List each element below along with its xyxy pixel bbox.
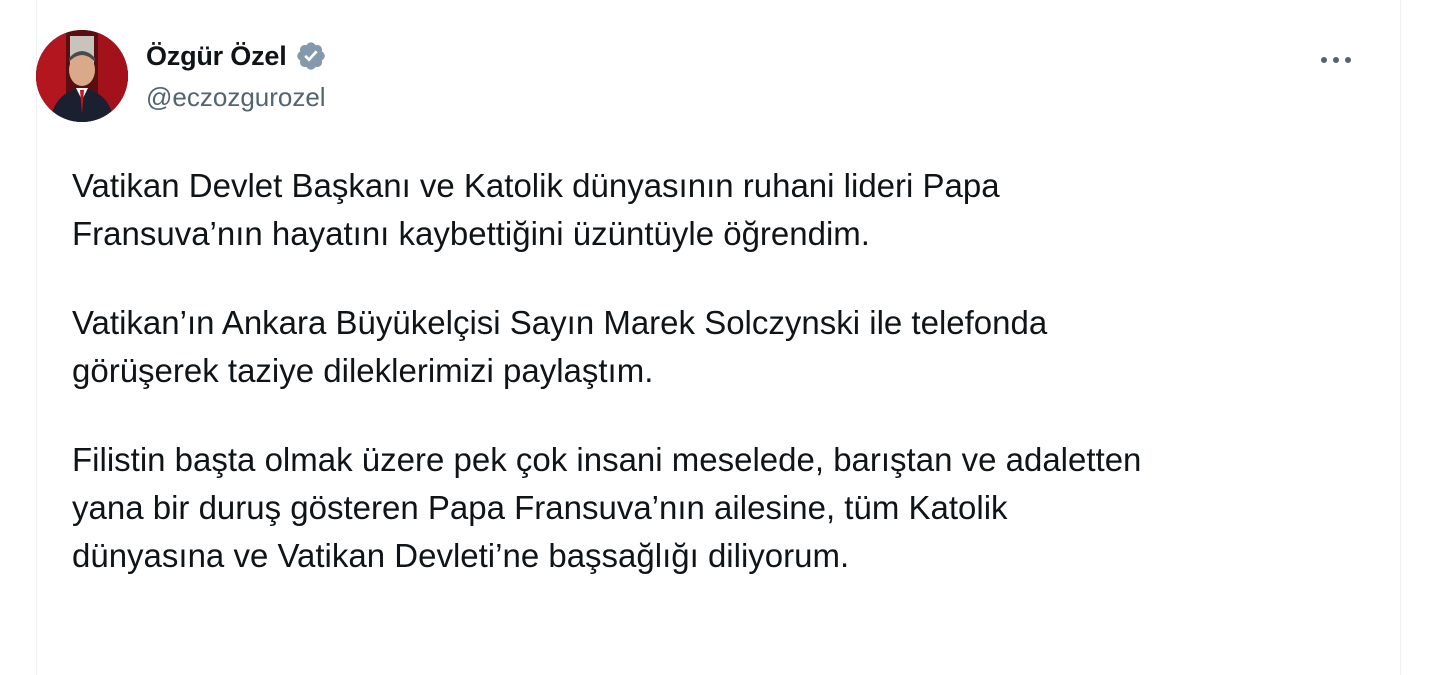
avatar[interactable] — [36, 30, 128, 122]
more-options-button[interactable] — [1314, 42, 1358, 78]
verified-badge-icon[interactable] — [295, 40, 327, 72]
author-display-name[interactable]: Özgür Özel — [146, 41, 287, 72]
author-handle[interactable]: @eczozgurozel — [146, 82, 326, 113]
avatar-image — [36, 30, 128, 122]
tweet-paragraph: Vatikan Devlet Başkanı ve Katolik dünyas… — [72, 167, 1000, 252]
tweet-paragraph: Vatikan’ın Ankara Büyükelçisi Sayın Mare… — [72, 304, 1048, 389]
more-horizontal-icon — [1321, 57, 1351, 63]
author-name-row: Özgür Özel — [146, 38, 327, 74]
tweet-text: Vatikan Devlet Başkanı ve Katolik dünyas… — [72, 162, 1372, 621]
tweet-header: Özgür Özel @eczozgurozel — [36, 30, 1351, 122]
tweet-paragraph: Filistin başta olmak üzere pek çok insan… — [72, 441, 1142, 574]
